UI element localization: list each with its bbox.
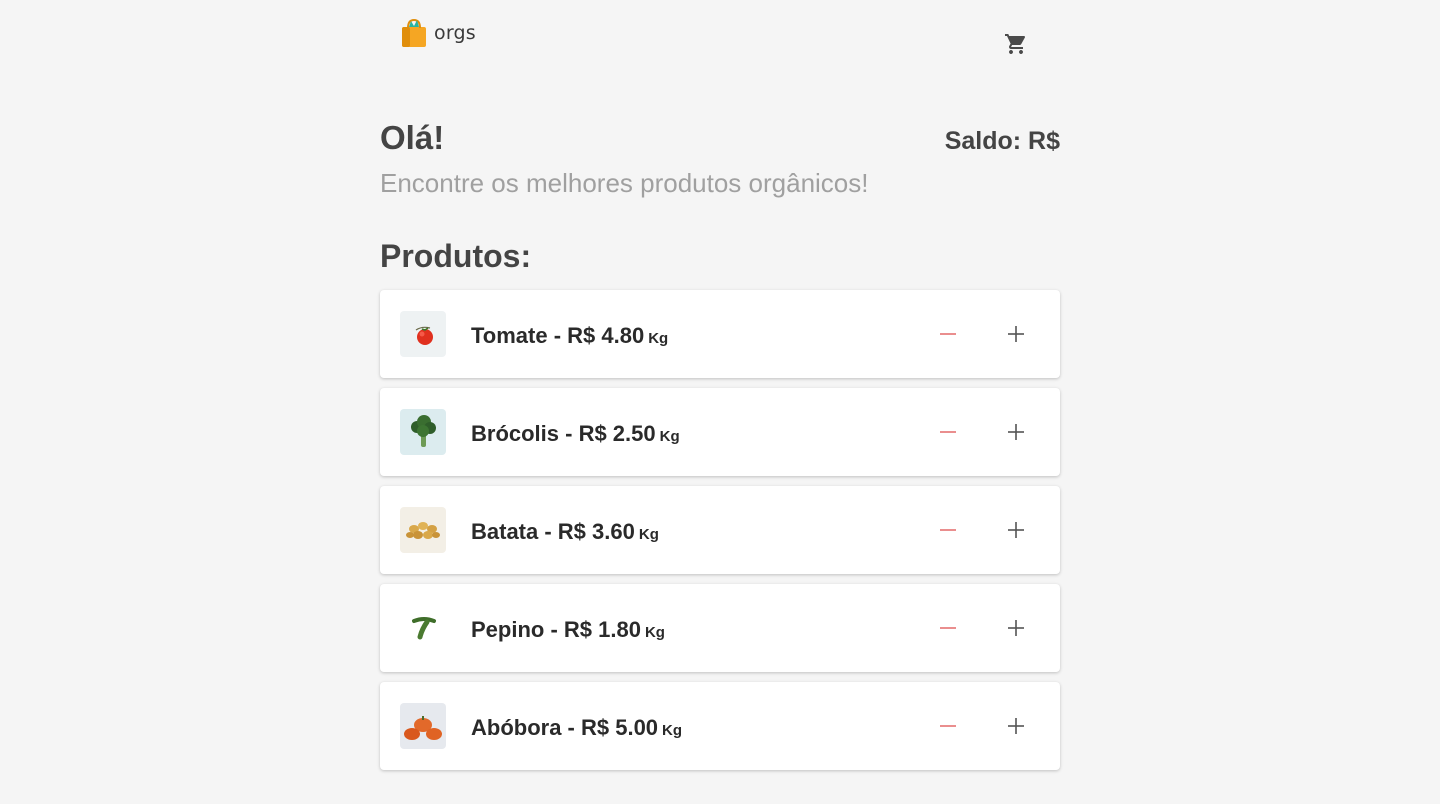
product-unit: Kg bbox=[662, 722, 683, 739]
product-name-text: Abóbora - R$ 5.00 bbox=[471, 715, 659, 740]
subtitle: Encontre os melhores produtos orgânicos! bbox=[380, 168, 869, 198]
product-card: Brócolis - R$ 2.50 Kg bbox=[380, 388, 1060, 476]
pumpkin-icon bbox=[400, 703, 446, 749]
plus-icon bbox=[1008, 522, 1024, 538]
main-content: Olá! Saldo: R$ Encontre os melhores prod… bbox=[380, 110, 1060, 770]
product-list: Tomate - R$ 4.80 Kg Brócolis - R$ 2.50 Kg bbox=[380, 290, 1060, 770]
plus-icon bbox=[1008, 718, 1024, 734]
decrease-quantity-button[interactable] bbox=[934, 712, 962, 740]
decrease-quantity-button[interactable] bbox=[934, 418, 962, 446]
minus-icon bbox=[940, 627, 956, 629]
product-name: Brócolis - R$ 2.50 Kg bbox=[471, 419, 680, 452]
greeting-title: Olá! bbox=[380, 119, 445, 156]
product-name-text: Brócolis - R$ 2.50 bbox=[471, 421, 656, 446]
product-unit: Kg bbox=[638, 526, 659, 543]
logo[interactable]: orgs bbox=[400, 18, 476, 48]
shopping-bag-icon bbox=[402, 18, 426, 47]
cart-button[interactable] bbox=[1004, 32, 1028, 56]
app-header: orgs bbox=[0, 0, 1440, 80]
plus-icon bbox=[1008, 424, 1024, 440]
increase-quantity-button[interactable] bbox=[1002, 320, 1030, 348]
decrease-quantity-button[interactable] bbox=[934, 320, 962, 348]
minus-icon bbox=[940, 529, 956, 531]
tomato-icon bbox=[400, 311, 446, 357]
increase-quantity-button[interactable] bbox=[1002, 614, 1030, 642]
product-card: Batata - R$ 3.60 Kg bbox=[380, 486, 1060, 574]
balance-label: Saldo: R$ bbox=[944, 127, 1060, 155]
minus-icon bbox=[940, 333, 956, 335]
decrease-quantity-button[interactable] bbox=[934, 516, 962, 544]
product-card: Pepino - R$ 1.80 Kg bbox=[380, 584, 1060, 672]
minus-icon bbox=[940, 725, 956, 727]
potato-icon bbox=[400, 507, 446, 553]
decrease-quantity-button[interactable] bbox=[934, 614, 962, 642]
broccoli-icon bbox=[400, 409, 446, 455]
minus-icon bbox=[940, 431, 956, 433]
product-card: Tomate - R$ 4.80 Kg bbox=[380, 290, 1060, 378]
product-name: Tomate - R$ 4.80 Kg bbox=[471, 321, 668, 354]
product-name: Pepino - R$ 1.80 Kg bbox=[471, 615, 665, 648]
plus-icon bbox=[1008, 620, 1024, 636]
products-section-title: Produtos: bbox=[380, 238, 532, 274]
increase-quantity-button[interactable] bbox=[1002, 712, 1030, 740]
product-name: Batata - R$ 3.60 Kg bbox=[471, 517, 659, 550]
product-unit: Kg bbox=[644, 624, 665, 641]
increase-quantity-button[interactable] bbox=[1002, 418, 1030, 446]
product-unit: Kg bbox=[648, 330, 669, 347]
cucumber-icon bbox=[400, 605, 446, 651]
greeting-row: Olá! Saldo: R$ bbox=[380, 110, 1060, 166]
product-name-text: Batata - R$ 3.60 bbox=[471, 519, 635, 544]
logo-text: orgs bbox=[434, 22, 476, 44]
product-unit: Kg bbox=[659, 428, 680, 445]
product-name-text: Pepino - R$ 1.80 bbox=[471, 617, 641, 642]
product-name-text: Tomate - R$ 4.80 bbox=[471, 323, 645, 348]
product-name: Abóbora - R$ 5.00 Kg bbox=[471, 713, 682, 746]
shopping-cart-icon bbox=[1005, 34, 1026, 54]
plus-icon bbox=[1008, 326, 1024, 342]
increase-quantity-button[interactable] bbox=[1002, 516, 1030, 544]
product-card: Abóbora - R$ 5.00 Kg bbox=[380, 682, 1060, 770]
